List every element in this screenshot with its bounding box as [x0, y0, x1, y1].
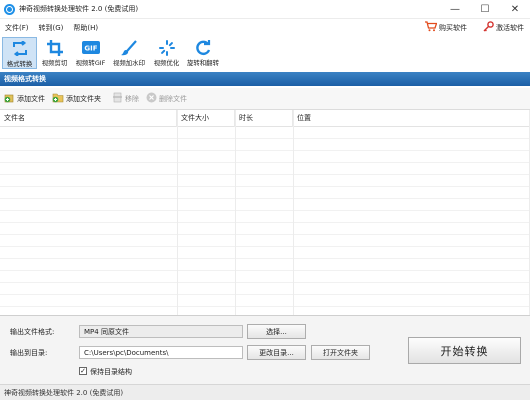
delete-file-button[interactable]: 删除文件 — [146, 92, 187, 106]
close-button[interactable]: ✕ — [500, 0, 530, 19]
output-format-field: MP4 同原文件 — [79, 325, 243, 338]
table-row — [0, 271, 530, 283]
table-row — [0, 295, 530, 307]
activate-software-label: 激活软件 — [496, 24, 524, 32]
delete-file-label: 删除文件 — [159, 94, 187, 103]
table-row — [0, 175, 530, 187]
buy-software-label: 购买软件 — [439, 24, 467, 32]
file-action-bar: 添加文件 添加文件夹 移除 删除文件 — [0, 88, 530, 110]
table-row — [0, 127, 530, 139]
activate-software-link[interactable]: 激活软件 — [473, 21, 524, 35]
add-file-button[interactable]: 添加文件 — [4, 92, 45, 106]
table-row — [0, 151, 530, 163]
column-header-filename[interactable]: 文件名 — [0, 110, 177, 127]
tool-optimize[interactable]: 视频优化 — [149, 37, 184, 69]
change-dir-button[interactable]: 更改目录... — [247, 345, 306, 360]
tool-label: 视频优化 — [153, 59, 180, 67]
remove-icon — [112, 92, 123, 106]
gif-icon: GIF — [81, 39, 100, 56]
crop-icon — [46, 39, 64, 56]
table-row — [0, 139, 530, 151]
table-row — [0, 211, 530, 223]
menu-goto[interactable]: 转到(G) — [34, 23, 69, 33]
menu-help[interactable]: 帮助(H) — [68, 23, 103, 33]
app-logo-icon — [4, 3, 15, 15]
output-settings-panel: 输出文件格式: MP4 同原文件 选择... 输出到目录: C:\Users\p… — [0, 316, 530, 384]
column-header-location[interactable]: 位置 — [293, 110, 530, 127]
title-bar: 神奇视频转换处理软件 2.0 (免费试用) — ☐ ✕ — [0, 0, 530, 19]
optimize-icon — [158, 39, 176, 56]
add-file-icon — [4, 92, 15, 106]
tool-label: 视频加水印 — [113, 59, 145, 67]
add-folder-icon — [52, 92, 64, 106]
tool-video-crop[interactable]: 视频剪切 — [37, 37, 72, 69]
tool-label: 格式转换 — [6, 60, 33, 68]
remove-button[interactable]: 移除 — [112, 92, 139, 106]
output-dir-input[interactable]: C:\Users\pc\Documents\ — [79, 346, 243, 359]
delete-icon — [146, 92, 157, 106]
column-divider — [177, 110, 178, 315]
convert-icon — [11, 40, 29, 57]
start-convert-button[interactable]: 开始转换 — [408, 337, 521, 364]
status-bar: 神奇视频转换处理软件 2.0 (免费试用) — [0, 384, 530, 400]
maximize-button[interactable]: ☐ — [470, 0, 500, 19]
buy-software-link[interactable]: 购买软件 — [425, 21, 467, 35]
table-row — [0, 283, 530, 295]
section-title: 视频格式转换 — [0, 72, 530, 86]
rotate-icon — [194, 39, 212, 56]
table-row — [0, 235, 530, 247]
cart-icon — [425, 21, 438, 35]
keep-structure-label: 保持目录结构 — [90, 368, 132, 376]
output-format-label: 输出文件格式: — [10, 328, 55, 336]
keep-structure-checkbox[interactable]: ✓ — [79, 367, 87, 375]
column-divider — [293, 110, 294, 315]
table-row — [0, 163, 530, 175]
table-row — [0, 199, 530, 211]
open-folder-button[interactable]: 打开文件夹 — [311, 345, 370, 360]
add-file-label: 添加文件 — [17, 94, 45, 103]
table-row — [0, 187, 530, 199]
tool-watermark[interactable]: 视频加水印 — [109, 37, 149, 69]
tool-format-convert[interactable]: 格式转换 — [2, 37, 37, 69]
key-icon — [483, 21, 494, 35]
menu-bar: 文件(F) 转到(G) 帮助(H) 购买软件 激活软件 — [0, 19, 530, 37]
tool-label: 视频转GIF — [75, 59, 106, 67]
add-folder-label: 添加文件夹 — [66, 94, 101, 103]
table-header: 文件名 文件大小 时长 位置 — [0, 110, 530, 127]
file-list-table[interactable]: 文件名 文件大小 时长 位置 — [0, 110, 530, 316]
gif-icon-text: GIF — [84, 45, 97, 53]
main-toolbar: 格式转换 视频剪切 GIF 视频转GIF 视频加水印 视频优化 旋转和翻转 — [0, 37, 530, 70]
minimize-button[interactable]: — — [440, 0, 470, 19]
tool-rotate-flip[interactable]: 旋转和翻转 — [184, 37, 222, 69]
column-header-duration[interactable]: 时长 — [235, 110, 293, 127]
column-header-filesize[interactable]: 文件大小 — [177, 110, 235, 127]
menu-file[interactable]: 文件(F) — [0, 23, 34, 33]
window-title: 神奇视频转换处理软件 2.0 (免费试用) — [19, 5, 139, 13]
add-folder-button[interactable]: 添加文件夹 — [52, 92, 101, 106]
brush-icon — [120, 39, 138, 56]
column-divider — [235, 110, 236, 315]
table-row — [0, 259, 530, 271]
remove-label: 移除 — [125, 94, 139, 103]
output-dir-label: 输出到目录: — [10, 349, 48, 357]
select-format-button[interactable]: 选择... — [247, 324, 306, 339]
table-row — [0, 223, 530, 235]
tool-video-to-gif[interactable]: GIF 视频转GIF — [72, 37, 109, 69]
tool-label: 视频剪切 — [41, 59, 68, 67]
tool-label: 旋转和翻转 — [187, 59, 219, 67]
table-row — [0, 247, 530, 259]
